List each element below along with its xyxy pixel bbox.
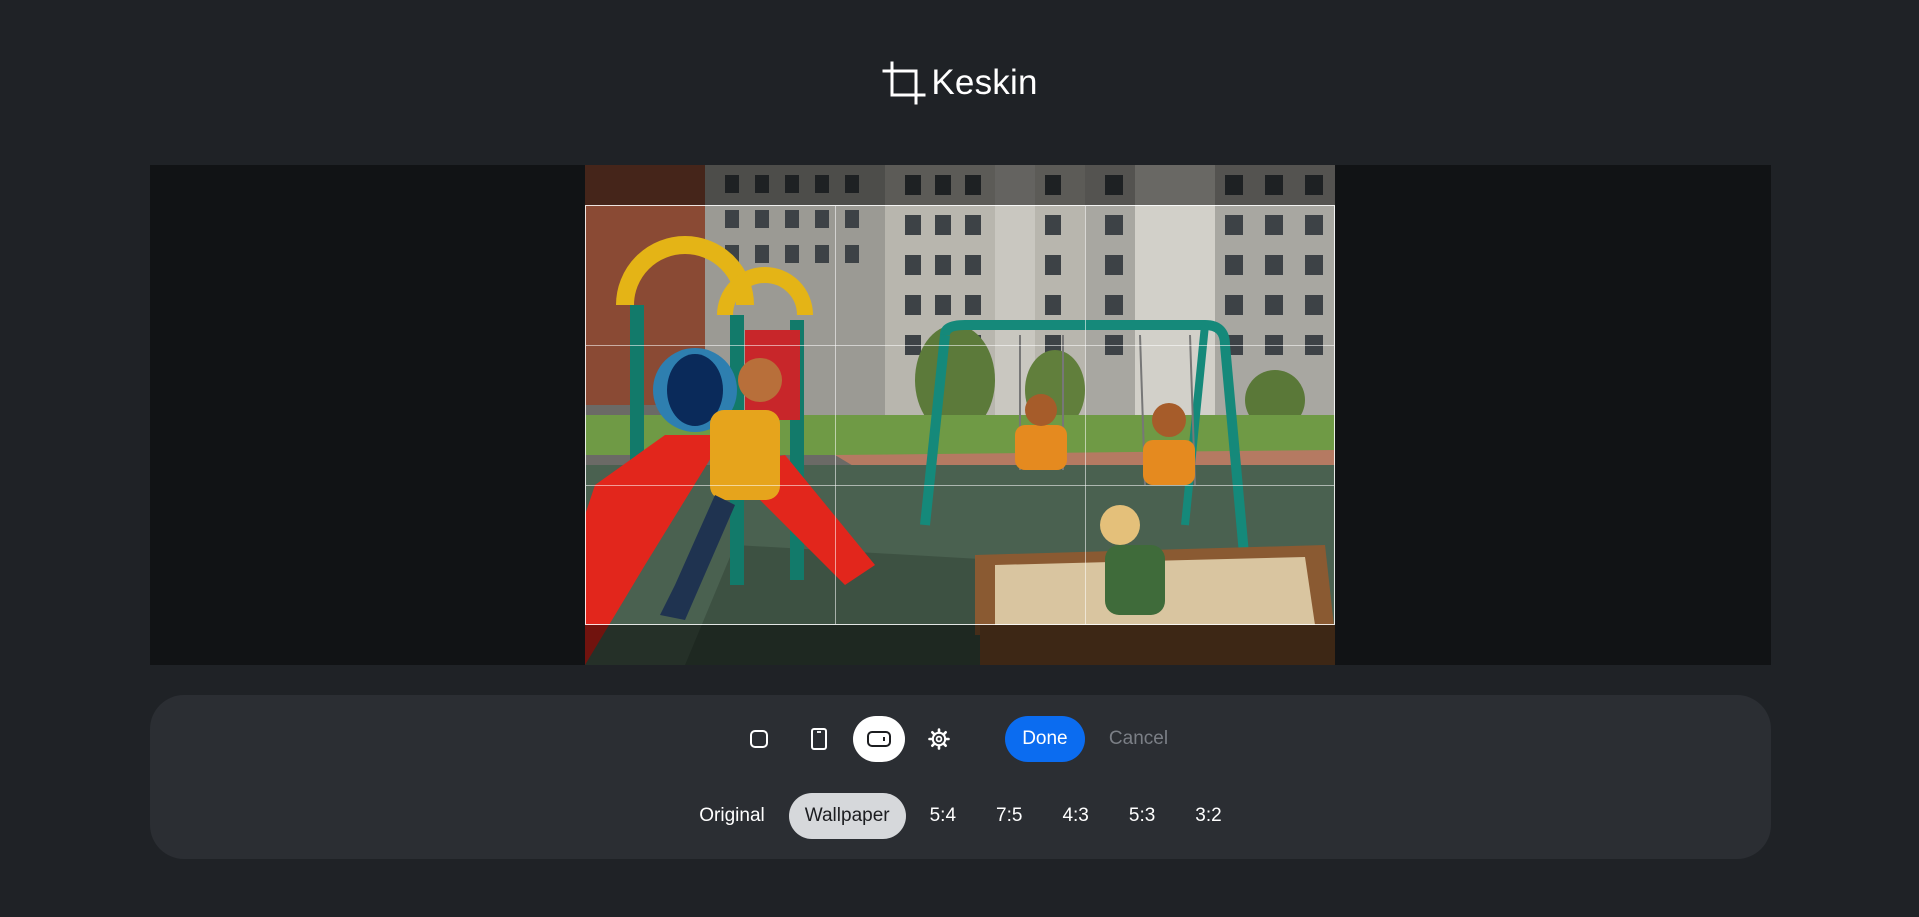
- tool-row: Done Cancel: [150, 715, 1771, 763]
- landscape-icon: [866, 731, 891, 747]
- done-button[interactable]: Done: [1004, 716, 1085, 762]
- grid-line: [586, 345, 1334, 346]
- gear-icon: [928, 728, 950, 750]
- crop-frame[interactable]: [585, 205, 1335, 625]
- ratio-5-4[interactable]: 5:4: [914, 793, 972, 839]
- ratio-7-5[interactable]: 7:5: [980, 793, 1038, 839]
- square-icon: [749, 730, 768, 748]
- grid-line: [586, 485, 1334, 486]
- ratio-wallpaper[interactable]: Wallpaper: [788, 793, 906, 839]
- ratio-3-2[interactable]: 3:2: [1179, 793, 1237, 839]
- crop-app: Keskin Done Cancel Original Wallpaper 5:…: [0, 0, 1919, 917]
- portrait-icon: [810, 728, 827, 750]
- landscape-ratio-button[interactable]: [852, 716, 905, 762]
- grid-line: [1085, 206, 1086, 624]
- crop-mask-bottom: [585, 625, 1335, 665]
- crop-toolbar: Done Cancel Original Wallpaper 5:4 7:5 4…: [150, 695, 1771, 859]
- ratio-original[interactable]: Original: [683, 793, 780, 839]
- ratio-row: Original Wallpaper 5:4 7:5 4:3 5:3 3:2: [150, 793, 1771, 839]
- app-name: Keskin: [931, 63, 1038, 102]
- cancel-button[interactable]: Cancel: [1085, 716, 1192, 762]
- crop-mask-top: [585, 165, 1335, 205]
- square-ratio-button[interactable]: [733, 716, 785, 762]
- crop-stage: [150, 165, 1771, 665]
- portrait-ratio-button[interactable]: [793, 716, 845, 762]
- ratio-4-3[interactable]: 4:3: [1046, 793, 1104, 839]
- header: Keskin: [0, 55, 1919, 111]
- settings-button[interactable]: [913, 716, 965, 762]
- crop-icon: [882, 61, 926, 105]
- logo: Keskin: [881, 60, 1037, 106]
- grid-line: [835, 206, 836, 624]
- ratio-5-3[interactable]: 5:3: [1113, 793, 1171, 839]
- photo: [585, 165, 1335, 665]
